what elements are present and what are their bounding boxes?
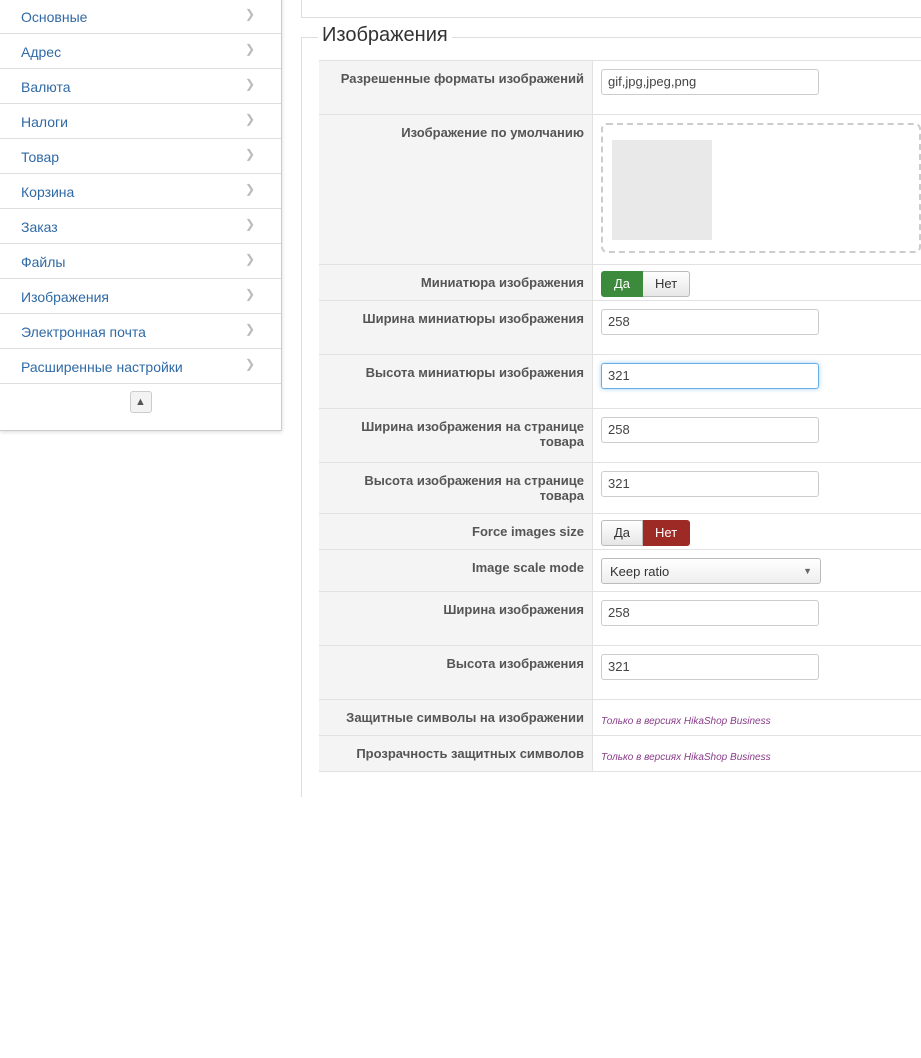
- thumbnail-label: Миниатюра изображения: [319, 264, 593, 301]
- collapse-up-icon[interactable]: ▲: [129, 391, 152, 413]
- thumbnail-toggle: Да Нет: [601, 271, 921, 297]
- chevron-right-icon: ❯: [244, 322, 255, 336]
- sidebar-collapse: ▲: [0, 384, 281, 420]
- scale-mode-label: Image scale mode: [319, 549, 593, 592]
- image-width-input[interactable]: 258: [601, 600, 819, 626]
- chevron-right-icon: ❯: [244, 77, 255, 91]
- business-only-note: Только в версиях HikaShop Business: [601, 752, 771, 763]
- sidebar-item-files[interactable]: Файлы ❯: [0, 244, 281, 279]
- chevron-right-icon: ❯: [244, 7, 255, 21]
- default-image-dropzone[interactable]: [601, 123, 921, 253]
- fieldset-border-left: [301, 37, 302, 797]
- images-settings-table: Разрешенные форматы изображений gif,jpg,…: [319, 60, 921, 772]
- table-row: Прозрачность защитных символов Только в …: [319, 735, 921, 772]
- chevron-right-icon: ❯: [244, 357, 255, 371]
- default-image-label: Изображение по умолчанию: [319, 114, 593, 265]
- previous-fieldset: [301, 0, 921, 18]
- sidebar-item-label: Заказ: [21, 218, 58, 235]
- thumb-height-label: Высота миниатюры изображения: [319, 354, 593, 409]
- formats-input[interactable]: gif,jpg,jpeg,png: [601, 69, 819, 95]
- section-title: Изображения: [318, 24, 452, 47]
- sidebar-item-label: Изображения: [21, 288, 109, 305]
- table-row: Изображение по умолчанию: [319, 114, 921, 265]
- table-row: Ширина изображения 258: [319, 591, 921, 646]
- table-row: Высота изображения на странице товара 32…: [319, 462, 921, 514]
- sidebar-item-email[interactable]: Электронная почта ❯: [0, 314, 281, 349]
- chevron-right-icon: ❯: [244, 252, 255, 266]
- force-size-yes-button[interactable]: Да: [601, 520, 644, 546]
- chevron-right-icon: ❯: [244, 217, 255, 231]
- sidebar-item-label: Товар: [21, 148, 60, 165]
- product-height-input[interactable]: 321: [601, 471, 819, 497]
- sidebar-item-main[interactable]: Основные ❯: [0, 0, 281, 34]
- scale-mode-select[interactable]: Keep ratio ▼: [601, 558, 821, 584]
- sidebar-item-label: Налоги: [21, 113, 68, 130]
- force-size-toggle: Да Нет: [601, 520, 921, 546]
- formats-label: Разрешенные форматы изображений: [319, 60, 593, 115]
- default-image-placeholder: [612, 140, 712, 240]
- watermark-label: Защитные символы на изображении: [319, 699, 593, 736]
- thumbnail-no-button[interactable]: Нет: [643, 271, 691, 297]
- table-row: Image scale mode Keep ratio ▼: [319, 549, 921, 592]
- sidebar-item-product[interactable]: Товар ❯: [0, 139, 281, 174]
- sidebar-item-order[interactable]: Заказ ❯: [0, 209, 281, 244]
- thumb-width-label: Ширина миниатюры изображения: [319, 300, 593, 355]
- table-row: Высота изображения 321: [319, 645, 921, 700]
- product-width-label: Ширина изображения на странице товара: [319, 408, 593, 463]
- sidebar-item-label: Адрес: [21, 43, 62, 60]
- sidebar-item-images[interactable]: Изображения ❯: [0, 279, 281, 314]
- image-height-label: Высота изображения: [319, 645, 593, 700]
- table-row: Миниатюра изображения Да Нет: [319, 264, 921, 301]
- product-height-label: Высота изображения на странице товара: [319, 462, 593, 514]
- sidebar-item-label: Файлы: [21, 253, 66, 270]
- chevron-right-icon: ❯: [244, 42, 255, 56]
- config-sidebar: Основные ❯ Адрес ❯ Валюта ❯ Налоги ❯ Товар ❯ …: [0, 0, 282, 431]
- sidebar-item-cart[interactable]: Корзина ❯: [0, 174, 281, 209]
- thumb-width-input[interactable]: 258: [601, 309, 819, 335]
- thumbnail-yes-button[interactable]: Да: [601, 271, 644, 297]
- table-row: Высота миниатюры изображения 321: [319, 354, 921, 409]
- chevron-right-icon: ❯: [244, 287, 255, 301]
- sidebar-item-advanced[interactable]: Расширенные настройки ❯: [0, 349, 281, 384]
- sidebar-item-label: Основные: [21, 8, 88, 25]
- caret-down-icon: ▼: [803, 566, 812, 576]
- force-size-no-button[interactable]: Нет: [643, 520, 691, 546]
- sidebar-item-address[interactable]: Адрес ❯: [0, 34, 281, 69]
- force-size-label: Force images size: [319, 513, 593, 550]
- table-row: Force images size Да Нет: [319, 513, 921, 550]
- table-row: Ширина изображения на странице товара 25…: [319, 408, 921, 463]
- sidebar-item-label: Расширенные настройки: [21, 358, 183, 375]
- sidebar-item-taxes[interactable]: Налоги ❯: [0, 104, 281, 139]
- scale-mode-value: Keep ratio: [610, 563, 670, 579]
- product-width-input[interactable]: 258: [601, 417, 819, 443]
- sidebar-item-label: Валюта: [21, 78, 71, 95]
- thumb-height-input[interactable]: 321: [601, 363, 819, 389]
- business-only-note: Только в версиях HikaShop Business: [601, 716, 771, 727]
- watermark-opacity-label: Прозрачность защитных символов: [319, 735, 593, 772]
- image-height-input[interactable]: 321: [601, 654, 819, 680]
- chevron-right-icon: ❯: [244, 182, 255, 196]
- chevron-right-icon: ❯: [244, 112, 255, 126]
- sidebar-item-currency[interactable]: Валюта ❯: [0, 69, 281, 104]
- table-row: Защитные символы на изображении Только в…: [319, 699, 921, 736]
- sidebar-item-label: Электронная почта: [21, 323, 146, 340]
- table-row: Разрешенные форматы изображений gif,jpg,…: [319, 60, 921, 115]
- table-row: Ширина миниатюры изображения 258: [319, 300, 921, 355]
- sidebar-item-label: Корзина: [21, 183, 75, 200]
- chevron-right-icon: ❯: [244, 147, 255, 161]
- image-width-label: Ширина изображения: [319, 591, 593, 646]
